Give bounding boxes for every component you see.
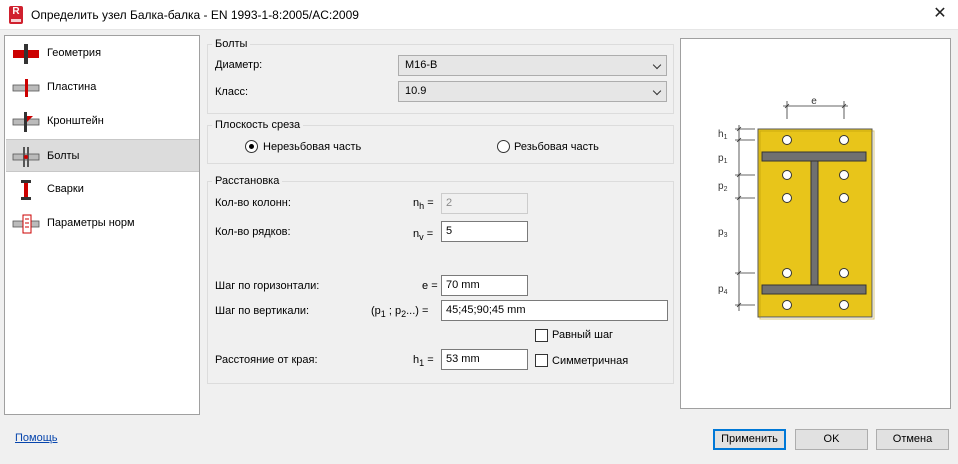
equal-step-checkbox[interactable] [535, 329, 548, 342]
dim-p1-label: p1 [718, 153, 728, 165]
vstep-symbol: (p1 ; p2...) = [371, 305, 429, 319]
sidebar-item-geometry[interactable]: Геометрия [6, 37, 199, 70]
rows-label: Кол-во рядков: [215, 226, 291, 238]
plate-icon [12, 79, 40, 97]
sidebar-item-label: Геометрия [47, 47, 102, 59]
ok-button[interactable]: OK [795, 429, 868, 450]
beam-geometry-icon [13, 44, 39, 64]
columns-symbol: nh = [413, 197, 434, 211]
code-parameters-icon [12, 214, 40, 234]
title-bar: R Определить узел Балка-балка - EN 1993-… [0, 0, 958, 30]
radio-threaded[interactable] [497, 140, 510, 153]
hstep-input[interactable]: 70 mm [441, 275, 528, 296]
beam-bottom-flange [761, 284, 867, 295]
apply-button[interactable]: Применить [713, 429, 786, 450]
sidebar-item-label: Болты [47, 150, 80, 162]
sidebar-item-label: Параметры норм [47, 217, 135, 229]
sidebar-item-label: Кронштейн [47, 115, 104, 127]
diameter-label: Диаметр: [215, 59, 263, 71]
chevron-down-icon [652, 60, 662, 70]
bolt-layout-preview: e h1 p1 p2 p3 p4 [680, 38, 951, 409]
class-value: 10.9 [405, 85, 427, 97]
columns-label: Кол-во колонн: [215, 197, 291, 209]
sidebar-item-label: Сварки [47, 183, 84, 195]
window-title: Определить узел Балка-балка - EN 1993-1-… [31, 8, 359, 22]
app-logo-icon: R [9, 6, 23, 24]
sidebar-item-bracket[interactable]: Кронштейн [6, 105, 199, 138]
shear-plane-group-title: Плоскость среза [212, 119, 304, 131]
symmetric-label: Симметричная [552, 355, 629, 367]
equal-step-label: Равный шаг [552, 329, 614, 341]
radio-unthreaded-label: Нерезьбовая часть [263, 141, 362, 153]
dim-h1-label: h1 [718, 129, 728, 141]
hstep-symbol: e = [422, 280, 438, 292]
welds-icon [21, 180, 31, 200]
bolt-layout-diagram: e h1 p1 p2 p3 p4 [718, 96, 875, 320]
radio-threaded-label: Резьбовая часть [514, 141, 599, 153]
sidebar-item-welds[interactable]: Сварки [6, 173, 199, 206]
cancel-button[interactable]: Отмена [876, 429, 949, 450]
edge-distance-label: Расстояние от края: [215, 354, 318, 366]
chevron-down-icon [652, 86, 662, 96]
sidebar-item-label: Пластина [47, 81, 97, 93]
dim-e-label: e [811, 96, 817, 107]
radio-unthreaded[interactable] [245, 140, 258, 153]
bolts-group-title: Болты [212, 38, 251, 50]
rows-symbol: nv = [413, 228, 434, 242]
close-icon[interactable]: ✕ [930, 4, 950, 24]
hstep-label: Шаг по горизонтали: [215, 280, 320, 292]
vstep-label: Шаг по вертикали: [215, 305, 310, 317]
bolts-icon [12, 147, 40, 167]
columns-input[interactable]: 2 [441, 193, 528, 214]
symmetric-checkbox[interactable] [535, 354, 548, 367]
rows-input[interactable]: 5 [441, 221, 528, 242]
edge-distance-input[interactable]: 53 mm [441, 349, 528, 370]
sidebar: Геометрия Пластина Кронштейн Болты Сварк… [4, 35, 200, 415]
dim-p4-label: p4 [718, 284, 728, 296]
vstep-input[interactable]: 45;45;90;45 mm [441, 300, 668, 321]
diameter-value: M16-B [405, 59, 438, 71]
dim-p3-label: p3 [718, 227, 728, 239]
beam-top-flange [761, 151, 867, 162]
sidebar-item-code-parameters[interactable]: Параметры норм [6, 207, 199, 240]
class-label: Класс: [215, 86, 248, 98]
class-select[interactable]: 10.9 [398, 81, 667, 102]
sidebar-item-bolts[interactable]: Болты [6, 139, 199, 172]
diameter-select[interactable]: M16-B [398, 55, 667, 76]
bracket-icon [12, 112, 40, 132]
beam-web [810, 160, 819, 286]
help-link[interactable]: Помощь [15, 432, 58, 444]
sidebar-item-plate[interactable]: Пластина [6, 71, 199, 104]
dim-p2-label: p2 [718, 181, 728, 193]
edge-distance-symbol: h1 = [413, 354, 434, 368]
layout-group-title: Расстановка [212, 175, 283, 187]
